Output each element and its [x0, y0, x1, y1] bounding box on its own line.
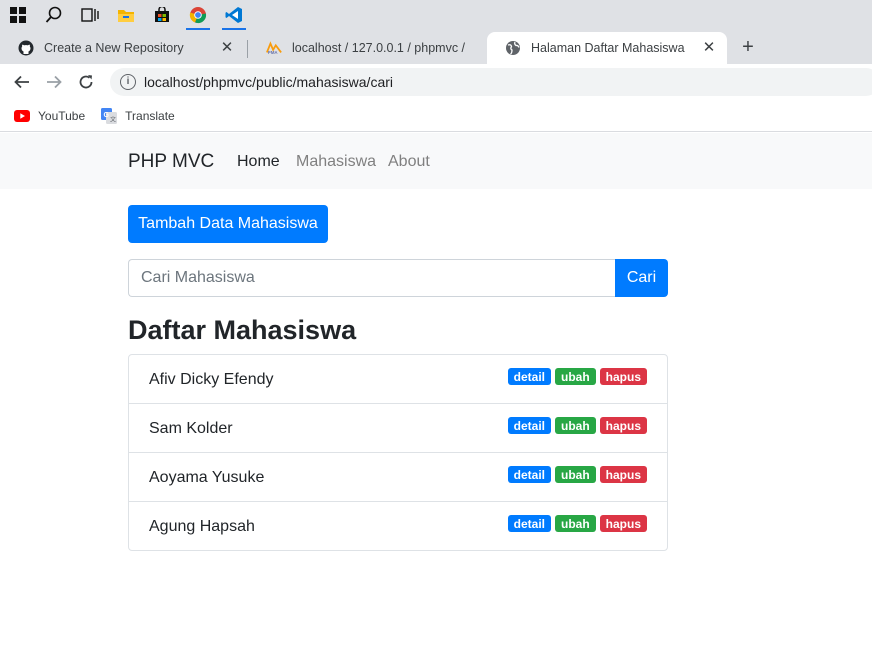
- edit-button[interactable]: ubah: [554, 368, 596, 385]
- store-icon[interactable]: [144, 0, 180, 30]
- search-icon[interactable]: [36, 0, 72, 30]
- bookmarks-bar: YouTube G文 Translate: [0, 100, 872, 132]
- svg-text:PMA: PMA: [268, 50, 279, 55]
- edit-button[interactable]: ubah: [554, 515, 596, 532]
- tab-phpmyadmin[interactable]: PMA localhost / 127.0.0.1 / phpmvc /: [248, 32, 486, 64]
- student-list: Afiv Dicky Efendy detail ubah hapus Sam …: [128, 354, 668, 551]
- file-explorer-icon[interactable]: [108, 0, 144, 30]
- forward-arrow-icon[interactable]: [38, 66, 70, 98]
- nav-link-mahasiswa[interactable]: Mahasiswa: [296, 153, 376, 171]
- vscode-icon[interactable]: [216, 0, 252, 30]
- detail-button[interactable]: detail: [507, 466, 551, 483]
- edit-button[interactable]: ubah: [554, 466, 596, 483]
- address-bar[interactable]: i localhost/phpmvc/public/mahasiswa/cari: [110, 68, 872, 96]
- page-content: PHP MVC Home Mahasiswa About Tambah Data…: [0, 133, 872, 653]
- search-button[interactable]: Cari: [615, 259, 668, 297]
- translate-icon: G文: [101, 107, 118, 124]
- list-item: Aoyama Yusuke detail ubah hapus: [129, 453, 667, 502]
- tab-title: Create a New Repository: [44, 41, 184, 55]
- github-icon: [18, 40, 34, 56]
- action-badges: detail ubah hapus: [504, 368, 647, 385]
- taskbar: [0, 0, 872, 30]
- navbar-brand[interactable]: PHP MVC: [128, 151, 214, 173]
- tab-daftar-mahasiswa[interactable]: Halaman Daftar Mahasiswa ✕: [487, 32, 727, 64]
- svg-text:G: G: [104, 112, 110, 119]
- search-form: Cari: [128, 259, 668, 297]
- close-icon[interactable]: ✕: [219, 40, 235, 56]
- add-student-button[interactable]: Tambah Data Mahasiswa: [128, 205, 328, 243]
- bookmark-label: Translate: [125, 108, 175, 123]
- nav-link-home[interactable]: Home: [237, 153, 280, 171]
- tab-github[interactable]: Create a New Repository ✕: [0, 32, 245, 64]
- detail-button[interactable]: detail: [507, 417, 551, 434]
- url-text: localhost/phpmvc/public/mahasiswa/cari: [144, 74, 393, 90]
- action-badges: detail ubah hapus: [504, 417, 647, 434]
- bookmark-translate[interactable]: G文 Translate: [101, 107, 175, 124]
- detail-button[interactable]: detail: [507, 368, 551, 385]
- student-name: Sam Kolder: [149, 420, 233, 437]
- delete-button[interactable]: hapus: [599, 515, 647, 532]
- new-tab-plus-icon[interactable]: +: [737, 36, 759, 58]
- search-input[interactable]: [128, 259, 615, 297]
- edit-button[interactable]: ubah: [554, 417, 596, 434]
- svg-text:文: 文: [110, 115, 116, 123]
- delete-button[interactable]: hapus: [599, 417, 647, 434]
- page-title: Daftar Mahasiswa: [128, 315, 357, 345]
- site-info-icon[interactable]: i: [120, 74, 136, 90]
- close-icon[interactable]: ✕: [701, 40, 717, 56]
- bookmark-youtube[interactable]: YouTube: [14, 109, 85, 123]
- list-item: Agung Hapsah detail ubah hapus: [129, 502, 667, 550]
- browser-tab-strip: Create a New Repository ✕ PMA localhost …: [0, 30, 872, 64]
- reload-icon[interactable]: [70, 66, 102, 98]
- youtube-icon: [14, 109, 30, 122]
- tab-title: localhost / 127.0.0.1 / phpmvc /: [292, 41, 466, 55]
- delete-button[interactable]: hapus: [599, 466, 647, 483]
- bookmark-label: YouTube: [38, 108, 86, 123]
- phpmyadmin-icon: PMA: [266, 40, 282, 56]
- action-badges: detail ubah hapus: [504, 466, 647, 483]
- windows-start-icon[interactable]: [0, 0, 36, 30]
- nav-link-about[interactable]: About: [388, 153, 430, 171]
- list-item: Afiv Dicky Efendy detail ubah hapus: [129, 355, 667, 404]
- student-name: Afiv Dicky Efendy: [149, 371, 274, 388]
- task-view-icon[interactable]: [72, 0, 108, 30]
- detail-button[interactable]: detail: [507, 515, 551, 532]
- delete-button[interactable]: hapus: [599, 368, 647, 385]
- back-arrow-icon[interactable]: [6, 66, 38, 98]
- browser-toolbar: i localhost/phpmvc/public/mahasiswa/cari: [0, 64, 872, 100]
- list-item: Sam Kolder detail ubah hapus: [129, 404, 667, 453]
- globe-icon: [505, 40, 521, 56]
- site-navbar: PHP MVC Home Mahasiswa About: [0, 133, 872, 189]
- tab-title: Halaman Daftar Mahasiswa: [531, 41, 685, 55]
- student-name: Agung Hapsah: [149, 518, 255, 535]
- action-badges: detail ubah hapus: [504, 515, 647, 532]
- student-name: Aoyama Yusuke: [149, 469, 265, 486]
- chrome-icon[interactable]: [180, 0, 216, 30]
